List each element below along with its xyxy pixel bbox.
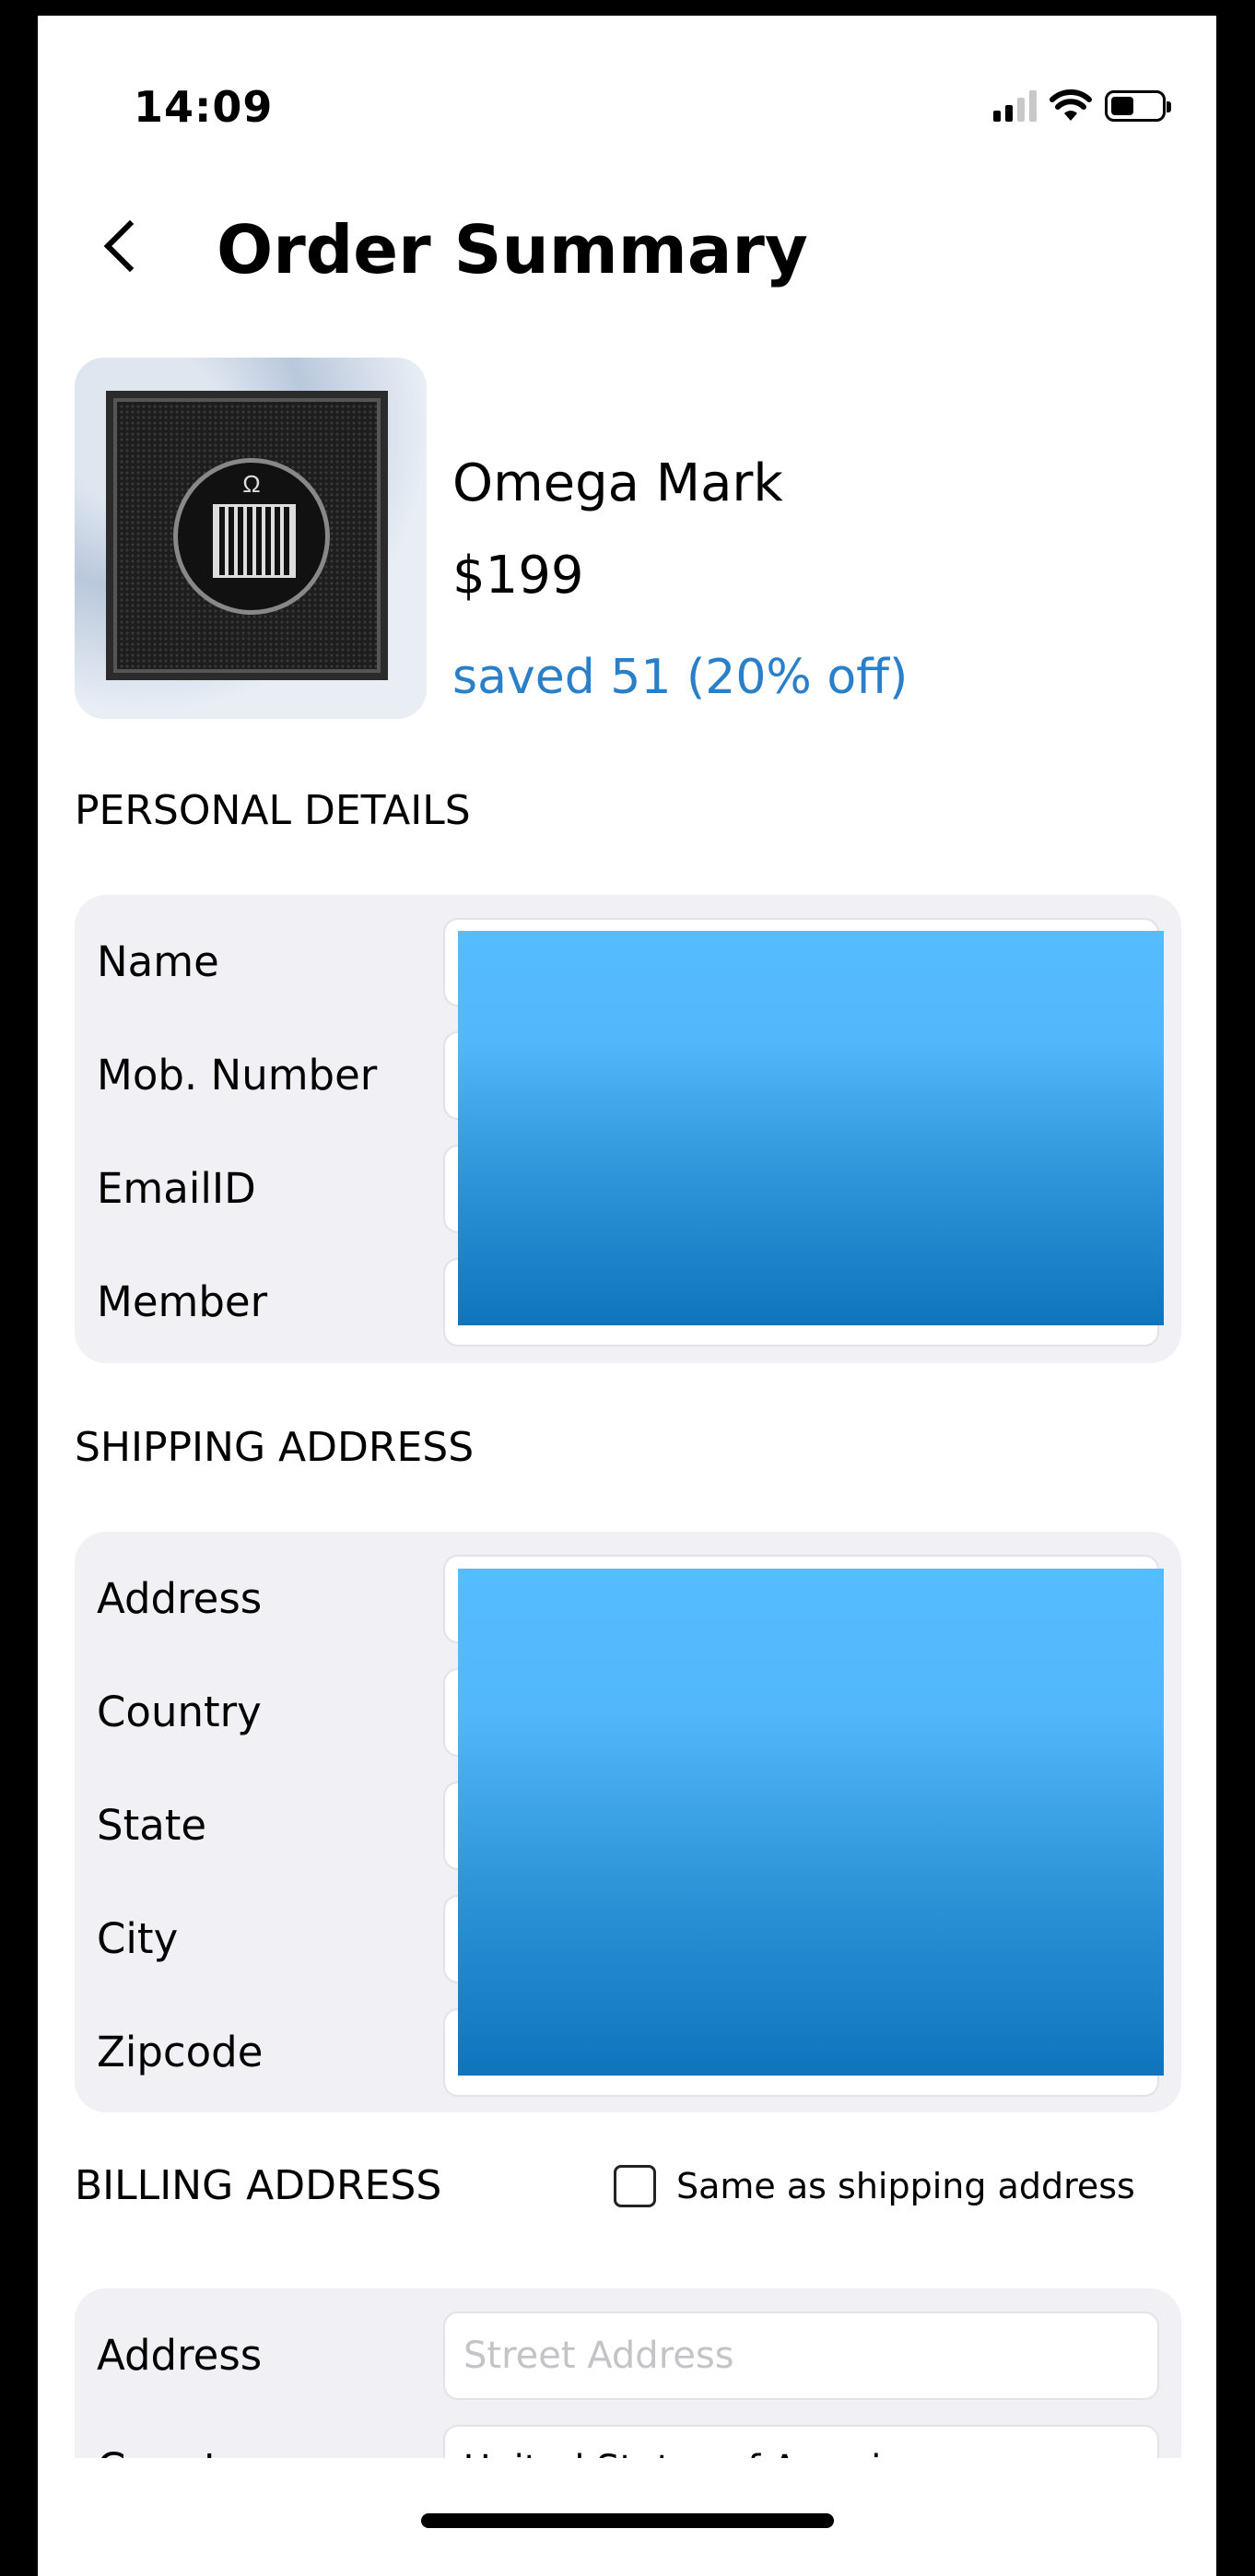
- status-icons: [993, 88, 1171, 124]
- product-savings: saved 51 (20% off): [452, 650, 909, 705]
- same-as-shipping-option[interactable]: Same as shipping address: [614, 2164, 1135, 2208]
- mobile-number-label: Mob. Number: [97, 1051, 378, 1100]
- phone-screen: 14:09 Order Summary Ω Omega Mark $199 sa…: [38, 16, 1216, 2576]
- same-as-shipping-checkbox[interactable]: [614, 2165, 656, 2207]
- product-price: $199: [452, 546, 584, 606]
- shipping-country-label: Country: [97, 1688, 262, 1736]
- member-label: Member: [97, 1277, 268, 1326]
- billing-street-address-input[interactable]: Street Address: [443, 2311, 1159, 2400]
- coin-image: Ω: [173, 458, 330, 615]
- battery-icon: [1105, 90, 1171, 122]
- shipping-address-redaction: [458, 1569, 1164, 2076]
- billing-address-label: Address: [97, 2331, 263, 2380]
- home-indicator[interactable]: [421, 2513, 834, 2528]
- status-time: 14:09: [134, 82, 274, 132]
- product-image: Ω: [75, 358, 427, 719]
- shipping-address-header: SHIPPING ADDRESS: [75, 1424, 475, 1471]
- personal-details-redaction: [458, 931, 1164, 1325]
- billing-address-header: BILLING ADDRESS: [75, 2162, 442, 2209]
- shipping-address-label: Address: [97, 1574, 263, 1623]
- page-title: Order Summary: [217, 211, 808, 288]
- billing-address-row: Address Street Address: [75, 2311, 1181, 2400]
- shipping-zipcode-label: Zipcode: [97, 2028, 264, 2076]
- cellular-signal-icon: [993, 90, 1037, 122]
- same-as-shipping-label: Same as shipping address: [676, 2166, 1135, 2206]
- omega-symbol-icon: Ω: [242, 470, 261, 498]
- wifi-icon: [1050, 89, 1092, 121]
- shipping-state-label: State: [97, 1801, 207, 1850]
- personal-details-header: PERSONAL DETAILS: [75, 787, 471, 834]
- email-label: EmailID: [97, 1164, 256, 1213]
- shipping-city-label: City: [97, 1914, 179, 1963]
- back-chevron-icon[interactable]: [103, 219, 157, 273]
- name-label: Name: [97, 937, 219, 986]
- product-name: Omega Mark: [452, 453, 783, 513]
